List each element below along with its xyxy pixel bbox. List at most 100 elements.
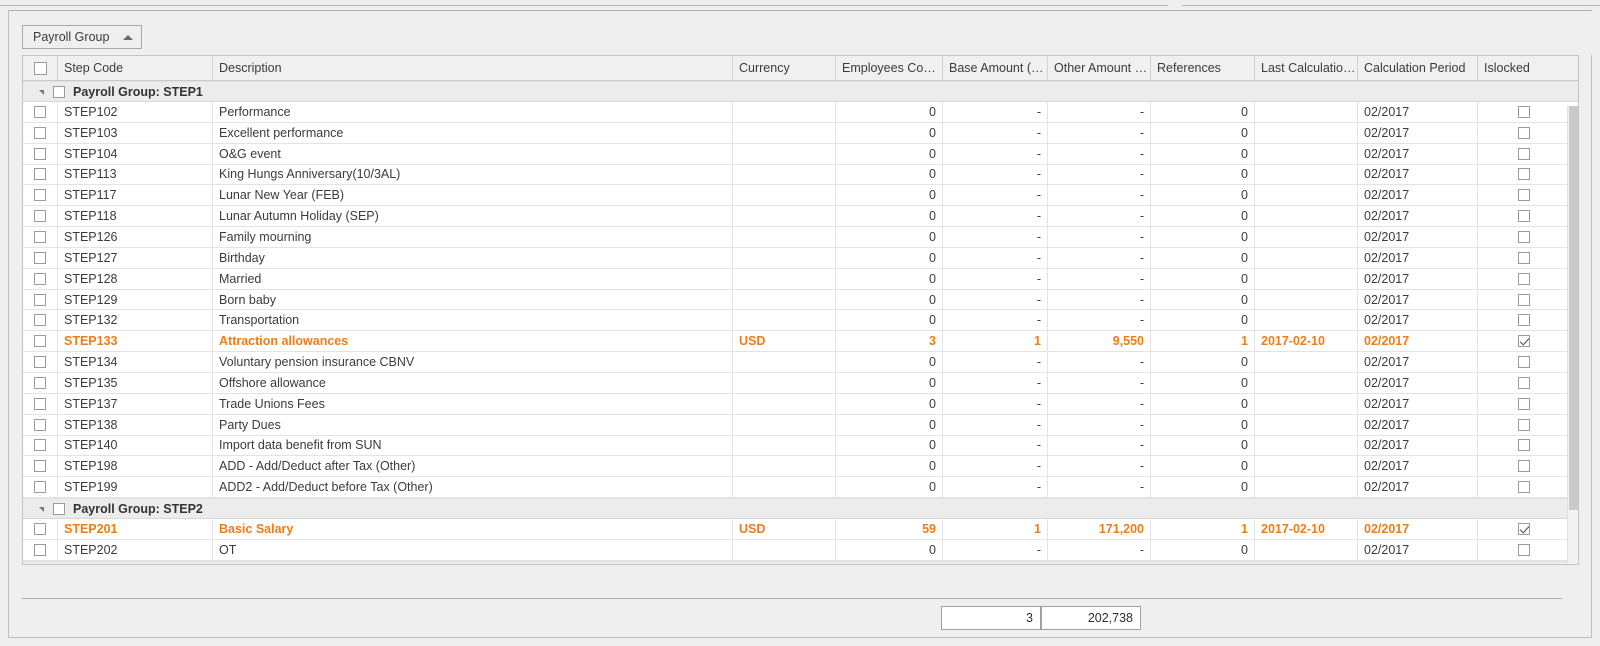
table-row[interactable]: STEP134 Voluntary pension insurance CBNV 0…	[23, 352, 1578, 373]
vertical-scrollbar[interactable]	[1567, 106, 1578, 564]
table-row[interactable]: STEP118 Lunar Autumn Holiday (SEP) 0- -0 02/…	[23, 206, 1578, 228]
row-select-checkbox[interactable]	[34, 293, 46, 306]
column-header-last_calculation[interactable]: Last Calculatio…	[1255, 56, 1358, 80]
cell-employees_count: 0	[836, 289, 943, 310]
cell-step_code: STEP135	[58, 372, 213, 393]
row-select-checkbox[interactable]	[34, 376, 46, 389]
islocked-checkbox[interactable]	[1517, 397, 1530, 410]
group-select-checkbox[interactable]	[53, 85, 65, 98]
islocked-checkbox[interactable]	[1517, 439, 1530, 452]
islocked-checkbox[interactable]	[1517, 168, 1530, 181]
table-row[interactable]: STEP140 Import data benefit from SUN 0- -0 0…	[23, 435, 1578, 457]
column-header-islocked[interactable]: Islocked	[1478, 56, 1569, 80]
islocked-checkbox[interactable]	[1517, 210, 1530, 223]
table-row[interactable]: STEP133 Attraction allowances USD 3 1 9,550 1 2…	[23, 331, 1578, 353]
row-select-checkbox[interactable]	[34, 230, 46, 243]
sort-ascending-icon[interactable]	[123, 34, 134, 40]
select-all-checkbox[interactable]	[33, 61, 47, 75]
cell-base_amount: -	[943, 435, 1048, 456]
islocked-checkbox[interactable]	[1517, 230, 1530, 243]
table-row[interactable]: STEP117 Lunar New Year (FEB) 0- -0 02/2017	[23, 185, 1578, 207]
cell-select	[23, 456, 58, 477]
column-header-description[interactable]: Description	[213, 56, 733, 80]
islocked-checkbox[interactable]	[1517, 251, 1530, 264]
row-select-checkbox[interactable]	[34, 460, 46, 473]
row-select-checkbox[interactable]	[34, 126, 46, 139]
table-row[interactable]: STEP199 ADD2 - Add/Deduct before Tax (Oth…	[23, 477, 1578, 499]
islocked-checkbox[interactable]	[1517, 543, 1530, 556]
row-select-checkbox[interactable]	[34, 397, 46, 410]
table-row[interactable]: STEP202 OT 0- -0 02/2017	[23, 539, 1578, 561]
table-row[interactable]: STEP113 King Hungs Anniversary(10/3AL) 0- -…	[23, 164, 1578, 186]
table-row[interactable]: STEP138 Party Dues 0- -0 02/2017	[23, 414, 1578, 436]
cell-other_amount: -	[1048, 122, 1151, 143]
group-header-row[interactable]: Payroll Group: STEP3	[23, 560, 1578, 564]
cell-select	[23, 331, 58, 352]
table-row[interactable]: STEP129 Born baby 0- -0 02/2017	[23, 289, 1578, 311]
islocked-checkbox[interactable]	[1517, 126, 1530, 139]
row-select-checkbox[interactable]	[34, 543, 46, 556]
table-row[interactable]: STEP198 ADD - Add/Deduct after Tax (Other…	[23, 456, 1578, 478]
islocked-checkbox[interactable]	[1517, 356, 1530, 369]
islocked-checkbox[interactable]	[1517, 147, 1530, 160]
column-header-base_amount[interactable]: Base Amount (…	[943, 56, 1048, 80]
row-select-checkbox[interactable]	[34, 335, 46, 348]
column-header-other_amount[interactable]: Other Amount …	[1048, 56, 1151, 80]
cell-islocked	[1478, 102, 1569, 122]
islocked-checkbox[interactable]	[1517, 314, 1530, 327]
column-header-employees_count[interactable]: Employees Co…	[836, 56, 943, 80]
column-header-label: Last Calculatio…	[1261, 61, 1356, 75]
table-row[interactable]: STEP102 Performance 0- -0 02/2017	[23, 102, 1578, 123]
table-row[interactable]: STEP103 Excellent performance 0- -0 02/2017	[23, 122, 1578, 144]
cell-select	[23, 227, 58, 247]
table-row[interactable]: STEP135 Offshore allowance 0- -0 02/2017	[23, 372, 1578, 394]
collapse-triangle-icon[interactable]	[39, 90, 44, 95]
group-header-row[interactable]: Payroll Group: STEP1	[23, 81, 1578, 102]
row-select-checkbox[interactable]	[34, 251, 46, 264]
islocked-checkbox[interactable]	[1517, 418, 1530, 431]
row-select-checkbox[interactable]	[34, 272, 46, 285]
collapse-triangle-icon[interactable]	[39, 507, 44, 513]
column-header-references[interactable]: References	[1151, 56, 1255, 80]
islocked-checkbox[interactable]	[1517, 335, 1530, 348]
table-row[interactable]: STEP104 O&G event 0- -0 02/2017	[23, 143, 1578, 165]
vertical-scrollbar-thumb[interactable]	[1569, 106, 1578, 510]
islocked-checkbox[interactable]	[1517, 522, 1530, 535]
column-header-step_code[interactable]: Step Code	[58, 56, 213, 80]
islocked-checkbox[interactable]	[1517, 105, 1530, 118]
table-row[interactable]: STEP128 Married 0- -0 02/2017	[23, 268, 1578, 290]
group-by-chip-payroll-group[interactable]: Payroll Group	[22, 25, 143, 49]
row-select-checkbox[interactable]	[34, 439, 46, 452]
column-header-select[interactable]	[23, 56, 58, 80]
row-select-checkbox[interactable]	[34, 210, 46, 223]
group-select-checkbox[interactable]	[53, 502, 65, 515]
islocked-checkbox[interactable]	[1517, 272, 1530, 285]
summary-total-box[interactable]: 202,738	[1041, 606, 1141, 630]
group-header-row[interactable]: Payroll Group: STEP2	[23, 498, 1578, 520]
summary-count-box[interactable]: 3	[941, 606, 1041, 630]
row-select-checkbox[interactable]	[34, 147, 46, 160]
row-select-checkbox[interactable]	[34, 522, 46, 535]
islocked-checkbox[interactable]	[1517, 293, 1530, 306]
cell-islocked	[1478, 519, 1569, 539]
table-row[interactable]: STEP127 Birthday 0- -0 02/2017	[23, 247, 1578, 269]
row-select-checkbox[interactable]	[34, 105, 46, 118]
islocked-checkbox[interactable]	[1517, 189, 1530, 202]
row-select-checkbox[interactable]	[34, 356, 46, 369]
table-row[interactable]: STEP137 Trade Unions Fees 0- -0 02/2017	[23, 393, 1578, 415]
row-select-checkbox[interactable]	[34, 418, 46, 431]
column-header-calculation_period[interactable]: Calculation Period	[1358, 56, 1478, 80]
islocked-checkbox[interactable]	[1517, 376, 1530, 389]
table-row[interactable]: STEP132 Transportation 0- -0 02/2017	[23, 310, 1578, 332]
row-select-checkbox[interactable]	[34, 314, 46, 327]
cell-calculation_period: 02/2017	[1358, 122, 1478, 143]
islocked-checkbox[interactable]	[1517, 481, 1530, 494]
cell-last_calculation	[1255, 206, 1358, 227]
islocked-checkbox[interactable]	[1517, 460, 1530, 473]
row-select-checkbox[interactable]	[34, 189, 46, 202]
row-select-checkbox[interactable]	[34, 168, 46, 181]
row-select-checkbox[interactable]	[34, 481, 46, 494]
column-header-currency[interactable]: Currency	[733, 56, 836, 80]
table-row[interactable]: STEP126 Family mourning 0- -0 02/2017	[23, 227, 1578, 248]
table-row[interactable]: STEP201 Basic Salary USD 59 1 171,200 1 2017-02…	[23, 519, 1578, 540]
